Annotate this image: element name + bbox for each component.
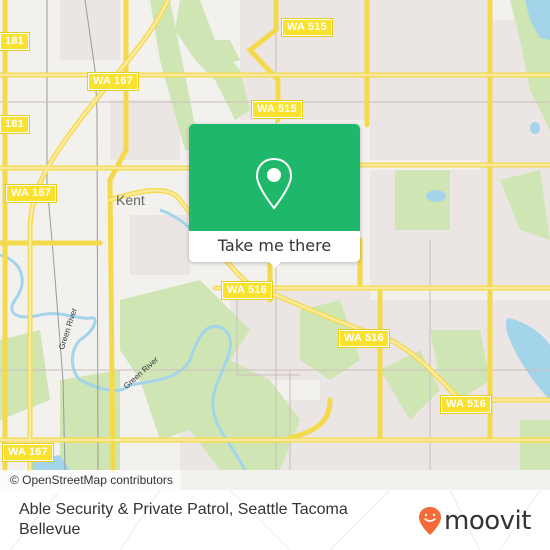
route-shield-181: 181	[0, 32, 30, 51]
location-title: Able Security & Private Patrol, Seattle …	[19, 501, 348, 538]
moovit-wordmark: moovit	[444, 506, 531, 536]
moovit-logo[interactable]: moovit	[418, 505, 531, 537]
route-shield-wa167: WA 167	[87, 72, 139, 91]
map-attribution[interactable]: © OpenStreetMap contributors	[0, 470, 181, 490]
popup-pointer	[268, 261, 282, 268]
route-shield-wa516: WA 516	[221, 281, 273, 300]
take-me-there-button[interactable]: Take me there	[189, 231, 360, 262]
place-label-kent: Kent	[116, 192, 145, 208]
route-shield-wa515: WA 515	[251, 100, 303, 119]
route-shield-181: 181	[0, 115, 30, 134]
popup-header	[189, 124, 360, 231]
moovit-pin-icon	[419, 507, 441, 535]
destination-popup: Take me there	[189, 124, 360, 268]
route-shield-wa516: WA 516	[440, 395, 492, 414]
route-shield-wa167: WA 167	[2, 443, 54, 462]
route-shield-wa516: WA 516	[338, 329, 390, 348]
map-pin-icon	[255, 157, 293, 210]
route-shield-wa167: WA 167	[5, 184, 57, 203]
route-shield-wa515: WA 515	[281, 18, 333, 37]
